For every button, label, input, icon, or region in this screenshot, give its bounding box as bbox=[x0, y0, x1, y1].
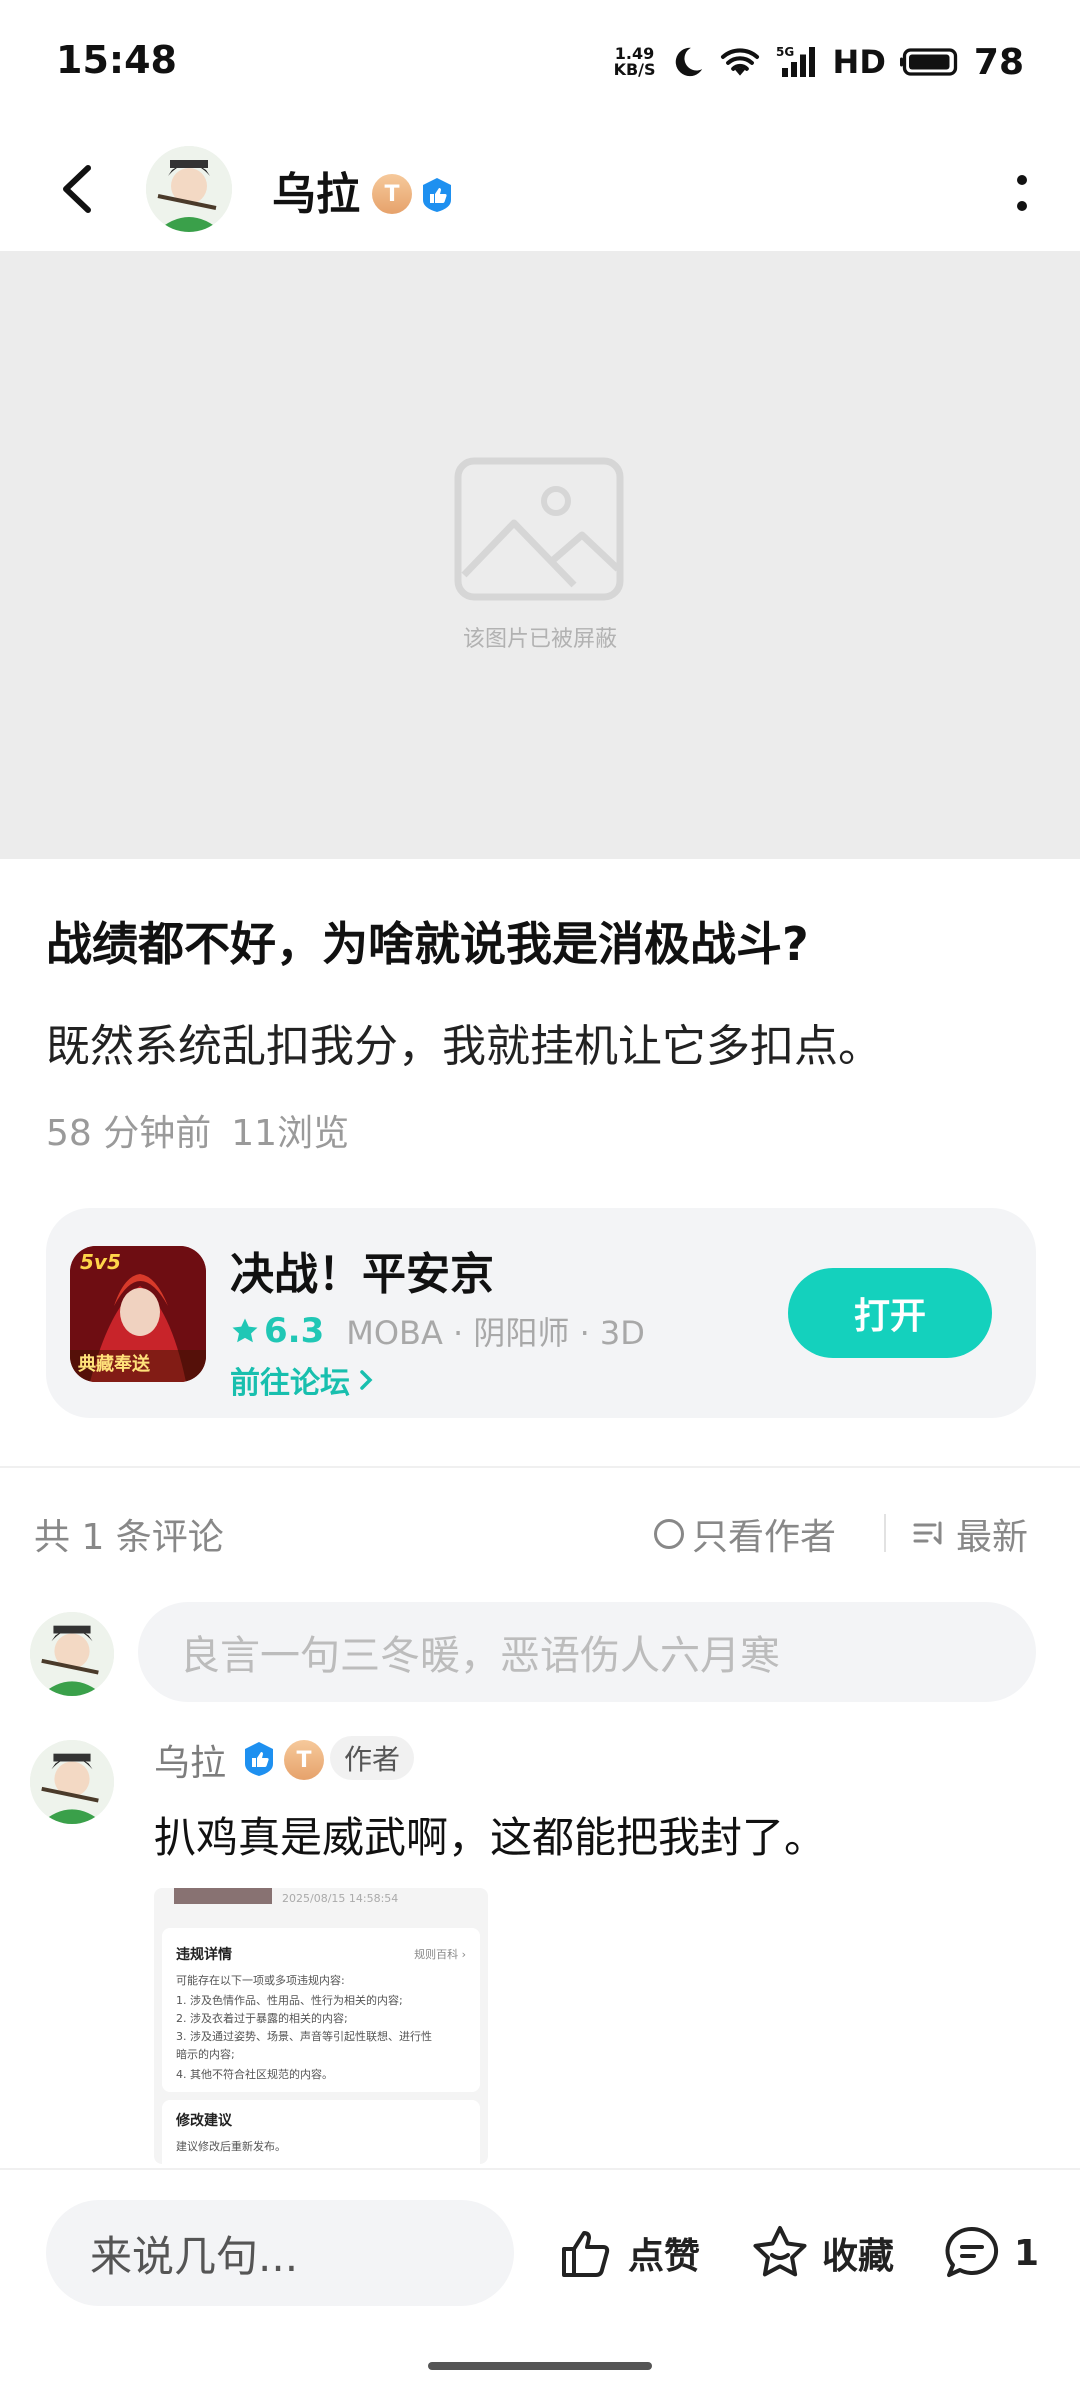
comment-bubble-icon bbox=[945, 2226, 999, 2277]
favorite-button[interactable]: 收藏 bbox=[750, 2218, 894, 2288]
chevron-right-icon bbox=[360, 1370, 373, 1390]
commenter-name[interactable]: 乌拉 bbox=[154, 1734, 226, 1786]
post-time: 58 分钟前 bbox=[46, 1113, 212, 1154]
only-author-toggle[interactable]: 只看作者 bbox=[654, 1508, 836, 1560]
post-header: 乌拉 T bbox=[0, 130, 1080, 250]
comment-screenshot[interactable]: 2025/08/15 14:58:54 违规详情 规则百科 › 可能存在以下一项… bbox=[154, 1888, 488, 2164]
blocked-image[interactable]: 该图片已被屏蔽 bbox=[0, 251, 1080, 859]
game-icon-subtext: 典藏奉送 bbox=[78, 1354, 150, 1375]
star-icon bbox=[232, 1318, 258, 1343]
avatar-illustration-icon bbox=[146, 146, 232, 232]
comment-input[interactable]: 良言一句三冬暖，恶语伤人六月寒 bbox=[138, 1602, 1036, 1702]
comments-count: 共 1 条评论 bbox=[34, 1517, 224, 1558]
sort-icon bbox=[913, 1521, 942, 1545]
game-name[interactable]: 决战！平安京 bbox=[230, 1238, 494, 1302]
post-meta: 58 分钟前 11浏览 bbox=[46, 1104, 349, 1156]
blocked-image-text: 该图片已被屏蔽 bbox=[462, 627, 617, 652]
more-options-icon[interactable] bbox=[1012, 170, 1032, 216]
game-score: 6.3 bbox=[264, 1311, 325, 1351]
avatar-illustration-icon bbox=[30, 1612, 114, 1696]
hd-indicator: HD bbox=[832, 43, 886, 81]
game-icon-5v5: 5v5 bbox=[80, 1250, 121, 1274]
author-tag: 作者 bbox=[330, 1736, 415, 1780]
violation-line: 3. 涉及通过姿势、场景、声音等引起性联想、进行性 bbox=[176, 2030, 432, 2043]
comment-text: 扒鸡真是威武啊，这都能把我封了。 bbox=[154, 1813, 827, 1862]
like-button[interactable]: 点赞 bbox=[556, 2218, 700, 2288]
suggestion-title: 修改建议 bbox=[176, 2113, 232, 2129]
header-separator bbox=[884, 1514, 886, 1552]
status-bar: 15:48 1.49 KB/S 5G HD 78 bbox=[0, 0, 1080, 126]
sort-toggle[interactable]: 最新 bbox=[912, 1508, 1028, 1560]
level-badge: T bbox=[372, 174, 412, 214]
moon-icon bbox=[675, 47, 702, 77]
comments-header: 共 1 条评论 只看作者 最新 bbox=[0, 1500, 1080, 1560]
status-icons: 1.49 KB/S 5G HD 78 bbox=[613, 36, 1024, 88]
favorite-label: 收藏 bbox=[822, 2236, 895, 2277]
commenter-avatar[interactable] bbox=[30, 1740, 114, 1824]
battery-icon bbox=[899, 48, 958, 76]
screenshot-blurred-strip bbox=[174, 1888, 272, 1904]
game-rating: 6.3 MOBA · 阴阳师 · 3D bbox=[230, 1308, 645, 1354]
only-author-label: 只看作者 bbox=[692, 1517, 837, 1558]
comment-button[interactable]: 1 bbox=[942, 2218, 1039, 2288]
like-label: 点赞 bbox=[628, 2236, 701, 2277]
wifi-icon bbox=[720, 48, 759, 76]
suggestion-line: 建议修改后重新发布。 bbox=[176, 2140, 286, 2153]
violation-line: 暗示的内容; bbox=[176, 2048, 235, 2061]
screenshot-date: 2025/08/15 14:58:54 bbox=[282, 1892, 399, 1905]
status-time: 15:48 bbox=[56, 38, 177, 82]
net-speed: 1.49 KB/S bbox=[613, 46, 657, 78]
violation-panel: 违规详情 规则百科 › 可能存在以下一项或多项违规内容: 1. 涉及色情作品、性… bbox=[162, 1928, 480, 2092]
author-avatar[interactable] bbox=[146, 146, 232, 232]
violation-line: 4. 其他不符合社区规范的内容。 bbox=[176, 2068, 333, 2081]
author-name[interactable]: 乌拉 bbox=[272, 158, 360, 222]
violation-line: 1. 涉及色情作品、性用品、性行为相关的内容; bbox=[176, 1994, 403, 2007]
comment-count: 1 bbox=[1014, 2232, 1040, 2274]
game-card[interactable]: 5v5 典藏奉送 决战！平安京 6.3 MOBA · 阴阳师 · 3D 前往论坛… bbox=[46, 1208, 1036, 1418]
battery-level: 78 bbox=[973, 41, 1024, 83]
game-icon[interactable]: 5v5 典藏奉送 bbox=[70, 1246, 206, 1382]
post-body: 既然系统乱扣我分，我就挂机让它多扣点。 bbox=[46, 1021, 882, 1072]
home-indicator[interactable] bbox=[428, 2362, 652, 2370]
thumbs-up-icon bbox=[562, 2231, 610, 2277]
section-divider bbox=[0, 1466, 1080, 1468]
verified-thumb-icon bbox=[423, 178, 451, 212]
game-tags: MOBA · 阴阳师 · 3D bbox=[346, 1314, 645, 1352]
reply-input[interactable]: 来说几句... bbox=[46, 2200, 514, 2306]
post-title: 战绩都不好，为啥就说我是消极战斗? bbox=[46, 917, 809, 971]
forum-link[interactable]: 前往论坛 bbox=[230, 1358, 374, 1402]
image-placeholder-icon bbox=[454, 457, 624, 601]
violation-line: 2. 涉及衣着过于暴露的相关的内容; bbox=[176, 2012, 348, 2025]
svg-text:5G: 5G bbox=[776, 45, 794, 59]
commenter-level-badge: T bbox=[284, 1740, 324, 1780]
avatar-illustration-icon bbox=[30, 1740, 114, 1824]
suggestion-panel: 修改建议 建议修改后重新发布。 bbox=[162, 2100, 480, 2164]
open-game-button[interactable]: 打开 bbox=[788, 1268, 992, 1358]
forum-link-label: 前往论坛 bbox=[230, 1366, 350, 1401]
radio-circle-icon bbox=[654, 1519, 684, 1549]
verified-thumb-icon bbox=[245, 1742, 273, 1776]
post-views: 11浏览 bbox=[231, 1113, 350, 1154]
back-arrow-icon[interactable] bbox=[48, 154, 108, 224]
violation-title: 违规详情 bbox=[176, 1947, 232, 1963]
signal-icon: 5G bbox=[776, 45, 815, 77]
current-user-avatar[interactable] bbox=[30, 1612, 114, 1696]
violation-line: 可能存在以下一项或多项违规内容: bbox=[176, 1974, 345, 1987]
rules-link: 规则百科 › bbox=[414, 1948, 466, 1961]
net-speed-unit: KB/S bbox=[613, 60, 656, 79]
star-outline-icon bbox=[753, 2226, 807, 2277]
sort-label: 最新 bbox=[956, 1517, 1029, 1558]
